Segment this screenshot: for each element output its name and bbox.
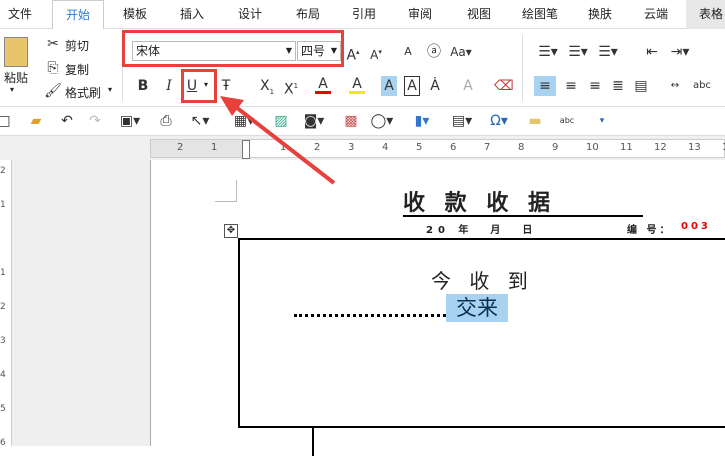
annotation-arrow (220, 96, 336, 185)
